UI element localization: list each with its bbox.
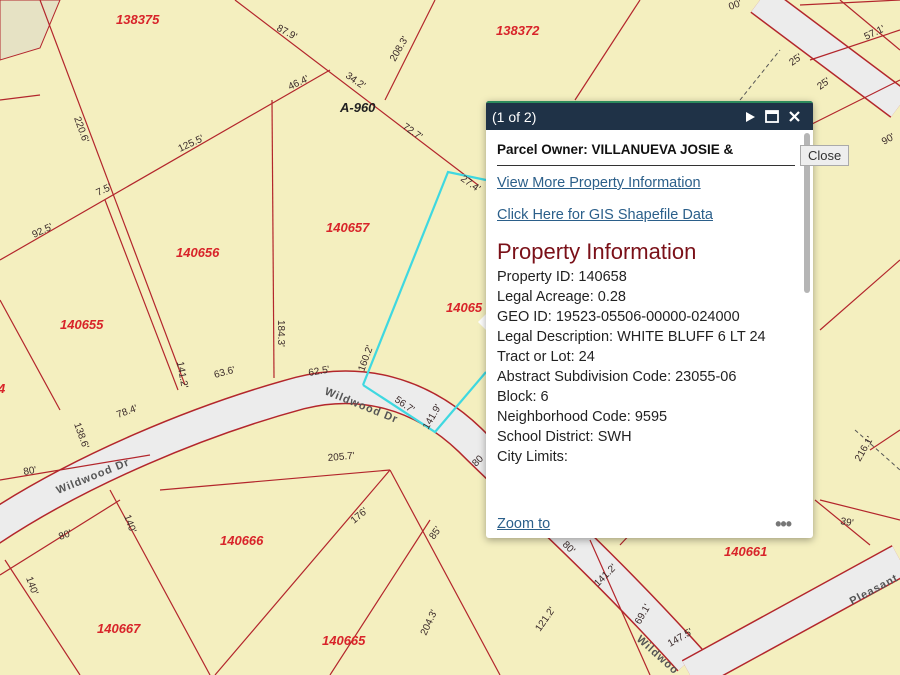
parcel-id: 140665 [322, 633, 366, 648]
neighborhood-code: Neighborhood Code: 9595 [497, 409, 668, 425]
parcel-id: 140656 [176, 245, 220, 260]
abstract-label: A-960 [339, 100, 376, 115]
gis-shapefile-link[interactable]: Click Here for GIS Shapefile Data [497, 207, 813, 223]
feature-count: (1 of 2) [492, 108, 537, 125]
block: Block: 6 [497, 389, 549, 405]
parcel-id: 140667 [97, 621, 141, 636]
school-district: School District: SWH [497, 429, 632, 445]
view-more-info-link[interactable]: View More Property Information [497, 175, 813, 191]
dimension-label: 39' [839, 516, 854, 529]
dimension-label: 80' [23, 465, 38, 478]
city-limits: City Limits: [497, 449, 568, 465]
next-arrow-icon[interactable] [739, 107, 761, 127]
parcel-id: 140666 [220, 533, 264, 548]
close-icon[interactable] [783, 107, 805, 127]
maximize-icon[interactable] [761, 107, 783, 127]
dimension-label: 205.7' [327, 451, 355, 464]
legal-acreage: Legal Acreage: 0.28 [497, 289, 626, 305]
parcel-id: 140657 [326, 220, 370, 235]
tract-or-lot: Tract or Lot: 24 [497, 349, 595, 365]
parcel-id: 140655 [60, 317, 104, 332]
section-title: Property Information [497, 239, 697, 264]
popup-footer: Zoom to ••• [486, 510, 813, 538]
zoom-to-link[interactable]: Zoom to [497, 516, 550, 532]
close-tooltip: Close [800, 145, 850, 166]
parcel-popup: (1 of 2) Parcel Owner: VILLANUEVA JOSIE … [486, 101, 813, 538]
property-id: Property ID: 140658 [497, 269, 627, 285]
abstract-subdivision-code: Abstract Subdivision Code: 23055-06 [497, 369, 737, 385]
dimension-label: 184.3' [275, 320, 286, 347]
parcel-id: 140661 [724, 544, 767, 559]
parcel-id: 4 [0, 381, 6, 396]
popup-header: (1 of 2) [486, 101, 813, 130]
parcel-id: 138372 [496, 23, 540, 38]
parcel-id: 138375 [116, 12, 160, 27]
more-options-icon[interactable]: ••• [775, 514, 792, 535]
popup-scrollbar[interactable] [804, 131, 810, 531]
geo-id: GEO ID: 19523-05506-00000-024000 [497, 309, 740, 325]
parcel-owner: Parcel Owner: VILLANUEVA JOSIE & [497, 142, 795, 166]
legal-description: Legal Description: WHITE BLUFF 6 LT 24 [497, 329, 766, 345]
popup-content[interactable]: Parcel Owner: VILLANUEVA JOSIE & View Mo… [486, 130, 813, 510]
